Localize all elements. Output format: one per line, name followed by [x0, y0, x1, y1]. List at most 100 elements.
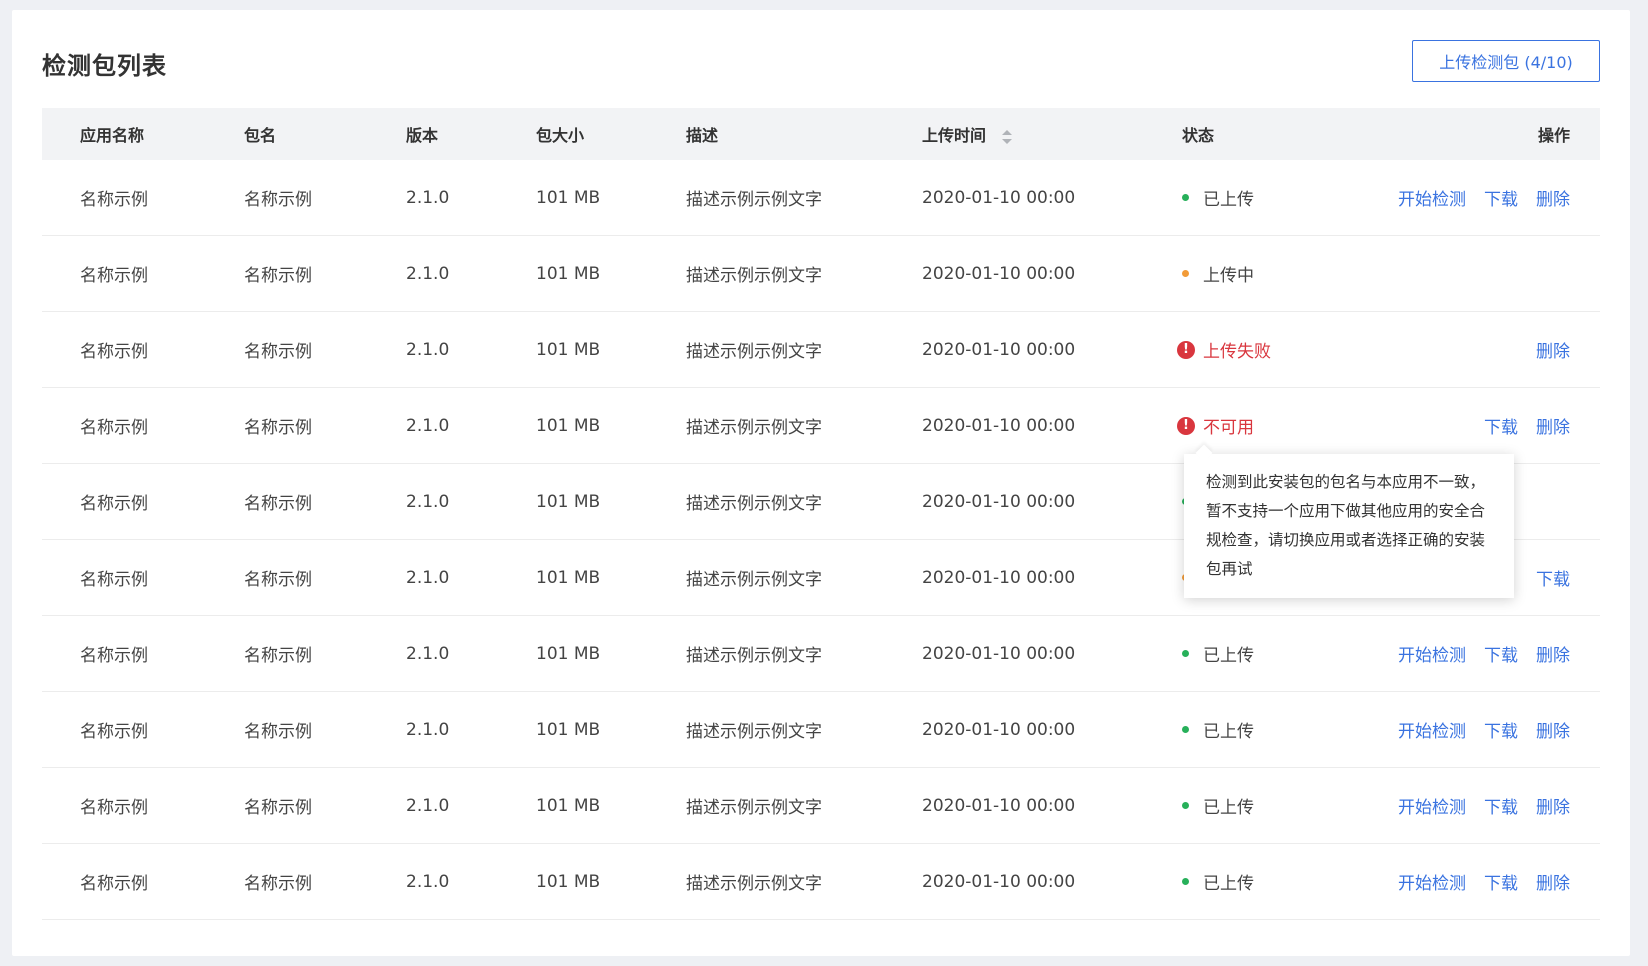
status-tooltip: 检测到此安装包的包名与本应用不一致，暂不支持一个应用下做其他应用的安全合规检查，…	[1184, 454, 1514, 598]
download-link[interactable]: 下载	[1536, 565, 1570, 590]
column-header-upload-time-label: 上传时间	[922, 126, 987, 145]
start-detect-link[interactable]: 开始检测	[1398, 793, 1466, 818]
cell-desc: 描述示例示例文字	[686, 494, 822, 514]
start-detect-link[interactable]: 开始检测	[1398, 185, 1466, 210]
table-row: 名称示例 名称示例 2.1.0 101 MB 描述示例示例文字 2020-01-10 00…	[42, 768, 1600, 844]
column-header-ops: 操作	[1537, 126, 1570, 145]
cell-app: 名称示例	[80, 494, 148, 514]
cell-size: 101 MB	[536, 339, 601, 360]
cell-upload-time: 2020-01-10 00:00	[922, 871, 1076, 892]
cell-upload-time: 2020-01-10 00:00	[922, 339, 1076, 360]
cell-app: 名称示例	[80, 342, 148, 362]
cell-status: 已上传	[1182, 717, 1254, 742]
cell-ops: 开始检测 下载 删除	[1398, 641, 1570, 666]
cell-desc: 描述示例示例文字	[686, 874, 822, 894]
status-text: 已上传	[1203, 798, 1254, 818]
delete-link[interactable]: 删除	[1536, 793, 1570, 818]
download-link[interactable]: 下载	[1484, 185, 1518, 210]
column-header-status: 状态	[1182, 126, 1215, 145]
table-row: 名称示例 名称示例 2.1.0 101 MB 描述示例示例文字 2020-01-10 00…	[42, 388, 1600, 464]
cell-size: 101 MB	[536, 567, 601, 588]
page-title: 检测包列表	[42, 52, 167, 80]
delete-link[interactable]: 删除	[1536, 185, 1570, 210]
cell-pkg: 名称示例	[244, 190, 312, 210]
cell-desc: 描述示例示例文字	[686, 570, 822, 590]
cell-status: 上传中	[1182, 261, 1254, 286]
status-text[interactable]: 上传失败	[1203, 337, 1271, 362]
cell-version: 2.1.0	[406, 871, 450, 892]
cell-desc: 描述示例示例文字	[686, 646, 822, 666]
cell-version: 2.1.0	[406, 263, 450, 284]
cell-version: 2.1.0	[406, 795, 450, 816]
cell-size: 101 MB	[536, 795, 601, 816]
sort-icon[interactable]	[1002, 129, 1013, 144]
cell-ops: 下载 删除	[1484, 413, 1570, 438]
delete-link[interactable]: 删除	[1536, 717, 1570, 742]
status-text: 已上传	[1203, 722, 1254, 742]
cell-pkg: 名称示例	[244, 342, 312, 362]
status-dot-icon	[1182, 194, 1189, 201]
cell-status: 已上传	[1182, 185, 1254, 210]
status-dot-icon	[1182, 878, 1189, 885]
start-detect-link[interactable]: 开始检测	[1398, 869, 1466, 894]
delete-link[interactable]: 删除	[1536, 869, 1570, 894]
cell-app: 名称示例	[80, 722, 148, 742]
download-link[interactable]: 下载	[1484, 641, 1518, 666]
cell-upload-time: 2020-01-10 00:00	[922, 643, 1076, 664]
cell-upload-time: 2020-01-10 00:00	[922, 795, 1076, 816]
status-text: 已上传	[1203, 190, 1254, 210]
cell-version: 2.1.0	[406, 643, 450, 664]
download-link[interactable]: 下载	[1484, 413, 1518, 438]
column-header-size: 包大小	[536, 126, 585, 145]
cell-desc: 描述示例示例文字	[686, 418, 822, 438]
cell-upload-time: 2020-01-10 00:00	[922, 567, 1076, 588]
cell-pkg: 名称示例	[244, 646, 312, 666]
cell-version: 2.1.0	[406, 339, 450, 360]
table-row: 名称示例 名称示例 2.1.0 101 MB 描述示例示例文字 2020-01-10 00…	[42, 236, 1600, 312]
column-header-version: 版本	[406, 126, 439, 145]
cell-status: 已上传	[1182, 641, 1254, 666]
cell-app: 名称示例	[80, 190, 148, 210]
download-link[interactable]: 下载	[1484, 793, 1518, 818]
cell-size: 101 MB	[536, 643, 601, 664]
cell-size: 101 MB	[536, 871, 601, 892]
column-header-pkg: 包名	[244, 126, 277, 145]
cell-ops: 开始检测 下载 删除	[1398, 717, 1570, 742]
download-link[interactable]: 下载	[1484, 717, 1518, 742]
status-dot-icon	[1182, 726, 1189, 733]
status-dot-icon	[1182, 270, 1189, 277]
error-icon: !	[1177, 340, 1195, 359]
cell-desc: 描述示例示例文字	[686, 722, 822, 742]
cell-version: 2.1.0	[406, 491, 450, 512]
cell-upload-time: 2020-01-10 00:00	[922, 263, 1076, 284]
cell-desc: 描述示例示例文字	[686, 798, 822, 818]
status-dot-icon	[1182, 650, 1189, 657]
cell-pkg: 名称示例	[244, 266, 312, 286]
delete-link[interactable]: 删除	[1536, 413, 1570, 438]
column-header-upload-time[interactable]: 上传时间	[922, 122, 1013, 146]
cell-size: 101 MB	[536, 415, 601, 436]
status-text[interactable]: 不可用	[1203, 413, 1254, 438]
table-row: 名称示例 名称示例 2.1.0 101 MB 描述示例示例文字 2020-01-10 00…	[42, 844, 1600, 920]
cell-status: ! 上传失败	[1177, 337, 1271, 362]
column-header-app: 应用名称	[80, 126, 145, 145]
upload-package-button[interactable]: 上传检测包 (4/10)	[1412, 40, 1600, 82]
cell-status: ! 不可用	[1177, 413, 1254, 438]
cell-upload-time: 2020-01-10 00:00	[922, 187, 1076, 208]
download-link[interactable]: 下载	[1484, 869, 1518, 894]
delete-link[interactable]: 删除	[1536, 337, 1570, 362]
delete-link[interactable]: 删除	[1536, 641, 1570, 666]
cell-pkg: 名称示例	[244, 494, 312, 514]
cell-ops: 开始检测 下载 删除	[1398, 793, 1570, 818]
cell-size: 101 MB	[536, 187, 601, 208]
cell-desc: 描述示例示例文字	[686, 342, 822, 362]
cell-version: 2.1.0	[406, 187, 450, 208]
status-dot-icon	[1182, 802, 1189, 809]
cell-status: 已上传	[1182, 793, 1254, 818]
start-detect-link[interactable]: 开始检测	[1398, 717, 1466, 742]
cell-size: 101 MB	[536, 491, 601, 512]
cell-pkg: 名称示例	[244, 722, 312, 742]
start-detect-link[interactable]: 开始检测	[1398, 641, 1466, 666]
cell-app: 名称示例	[80, 266, 148, 286]
error-icon: !	[1177, 416, 1195, 435]
